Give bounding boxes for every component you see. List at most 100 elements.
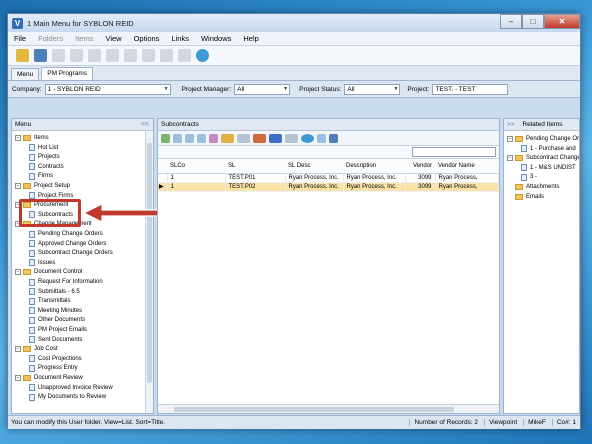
tree-item[interactable]: Meeting Minutes bbox=[29, 307, 82, 315]
menu-folders[interactable]: Folders bbox=[38, 34, 63, 43]
col-header-vendor[interactable]: Vendor bbox=[405, 159, 435, 174]
grid-horizontal-scrollbar[interactable] bbox=[158, 404, 499, 413]
cell-description: Ryan Process, Inc. bbox=[343, 173, 406, 183]
tree-item[interactable]: 1 - Purchase and bbox=[521, 145, 576, 153]
grid-search-bar bbox=[158, 146, 499, 159]
project-status-select[interactable]: All ▼ bbox=[344, 83, 401, 95]
menu-options[interactable]: Options bbox=[134, 34, 160, 43]
tree-folder[interactable]: − Project Setup bbox=[15, 182, 70, 190]
tree-folder[interactable]: − Items bbox=[15, 134, 49, 142]
tree-item[interactable]: Issues bbox=[29, 259, 55, 267]
expand-collapse-icon[interactable]: − bbox=[15, 346, 21, 353]
tree-folder[interactable]: Attachments bbox=[507, 183, 559, 191]
tree-folder[interactable]: − Document Control bbox=[15, 268, 82, 276]
tree-item[interactable]: Contracts bbox=[29, 163, 64, 171]
tree-item[interactable]: Approved Change Orders bbox=[29, 240, 106, 248]
collapse-icon[interactable]: << bbox=[141, 119, 149, 130]
tree-item[interactable]: Pending Change Orders bbox=[29, 230, 103, 238]
expand-collapse-icon[interactable]: − bbox=[15, 375, 21, 381]
tree-item[interactable]: Transmittals bbox=[29, 297, 70, 305]
add-folder-icon[interactable] bbox=[34, 49, 47, 62]
grid-search-input[interactable] bbox=[412, 147, 496, 157]
refresh-icon[interactable] bbox=[196, 49, 209, 62]
tree-item[interactable]: Projects bbox=[29, 153, 60, 161]
expand-collapse-icon[interactable]: − bbox=[507, 136, 513, 142]
folder-icon[interactable] bbox=[70, 49, 83, 62]
tree-folder[interactable]: − Job Cost bbox=[15, 345, 58, 353]
col-header-description[interactable]: Description bbox=[343, 159, 405, 174]
scrollbar-thumb[interactable] bbox=[174, 407, 454, 412]
tree-item[interactable]: 3 - bbox=[521, 173, 537, 181]
tree-item[interactable]: Request For Information bbox=[29, 278, 103, 286]
cell-vendor-name: Ryan Process, bbox=[435, 173, 499, 183]
link-icon[interactable] bbox=[52, 49, 65, 62]
columns-icon[interactable] bbox=[329, 133, 338, 143]
tree-item[interactable]: 1 - M&S UNDIST bbox=[521, 164, 576, 172]
view-icon[interactable] bbox=[160, 49, 173, 62]
edit-icon[interactable] bbox=[185, 133, 194, 143]
expand-collapse-icon[interactable]: − bbox=[15, 183, 21, 189]
maximize-button[interactable]: □ bbox=[522, 14, 544, 29]
tree-item[interactable]: Progress Entry bbox=[29, 364, 78, 372]
open-icon[interactable] bbox=[173, 133, 182, 143]
new-icon[interactable] bbox=[161, 133, 170, 143]
expand-collapse-icon[interactable]: − bbox=[15, 269, 21, 276]
col-header-vendor-name[interactable]: Vendor Name bbox=[435, 159, 499, 174]
project-input[interactable]: TEST. - TEST bbox=[432, 83, 509, 95]
tree-folder[interactable]: − Pending Change Or bbox=[507, 135, 579, 143]
scrollbar-thumb[interactable] bbox=[147, 143, 152, 383]
delete-icon[interactable] bbox=[142, 49, 155, 62]
menu-view[interactable]: View bbox=[105, 34, 121, 43]
menu-file[interactable]: File bbox=[14, 34, 26, 43]
minimize-button[interactable]: – bbox=[500, 14, 522, 29]
row-marker bbox=[158, 173, 168, 183]
tree-item[interactable]: Sent Documents bbox=[29, 336, 82, 344]
tools-icon[interactable] bbox=[253, 133, 266, 143]
menu-scrollbar[interactable] bbox=[145, 131, 153, 413]
sort-icon[interactable] bbox=[178, 49, 191, 62]
tree-item[interactable]: Subcontract Change Orders bbox=[29, 249, 113, 257]
report-icon[interactable] bbox=[221, 133, 234, 143]
paste-icon[interactable] bbox=[124, 49, 137, 62]
tree-item[interactable]: My Documents to Review bbox=[29, 393, 106, 401]
tree-folder[interactable]: − Subcontract Change bbox=[507, 154, 579, 162]
title-bar[interactable]: V 1 Main Menu for SYBLON REID – □ ✕ bbox=[8, 14, 580, 32]
tab-pm-programs[interactable]: PM Programs bbox=[41, 67, 93, 80]
menu-items[interactable]: Items bbox=[75, 34, 93, 43]
expand-collapse-icon[interactable]: − bbox=[507, 155, 513, 162]
tree-item[interactable]: Unapproved Invoice Review bbox=[29, 384, 113, 392]
table-row-selected[interactable]: ▶ 1 TEST.P02 Ryan Process, Inc. Ryan Pro… bbox=[158, 182, 499, 192]
company-select[interactable]: 1 - SYBLON REID ▼ bbox=[44, 83, 171, 95]
expand-collapse-icon[interactable]: − bbox=[15, 135, 21, 141]
refresh-icon[interactable] bbox=[301, 133, 314, 143]
flag-icon[interactable] bbox=[269, 133, 282, 143]
lock-icon[interactable] bbox=[16, 49, 29, 62]
col-header-sl[interactable]: SL bbox=[225, 159, 285, 174]
search-icon[interactable] bbox=[237, 133, 250, 143]
project-manager-select[interactable]: All ▼ bbox=[234, 83, 291, 95]
tree-item[interactable]: Firms bbox=[29, 172, 53, 180]
col-header-sl-desc[interactable]: SL Desc bbox=[285, 159, 343, 174]
cut-icon[interactable] bbox=[106, 49, 119, 62]
tree-item[interactable]: PM Project Emails bbox=[29, 326, 87, 334]
tree-folder[interactable]: − Document Review bbox=[15, 374, 83, 382]
attach-icon[interactable] bbox=[209, 133, 218, 143]
close-button[interactable]: ✕ bbox=[544, 14, 580, 29]
tree-item[interactable]: Hot List bbox=[29, 144, 58, 152]
tree-item[interactable]: Cost Projections bbox=[29, 355, 82, 363]
menu-links[interactable]: Links bbox=[171, 34, 189, 43]
menu-windows[interactable]: Windows bbox=[201, 34, 231, 43]
link-icon[interactable] bbox=[197, 133, 206, 143]
filter-icon[interactable] bbox=[285, 133, 298, 143]
tree-item[interactable]: Submittals - 6.5 bbox=[29, 288, 80, 296]
tree-folder[interactable]: Emails bbox=[507, 193, 544, 201]
tree-item[interactable]: Other Documents bbox=[29, 316, 85, 324]
tab-menu[interactable]: Menu bbox=[11, 68, 40, 80]
export-icon[interactable] bbox=[317, 133, 326, 143]
table-row[interactable]: 1 TEST.P01 Ryan Process, Inc. Ryan Proce… bbox=[158, 173, 499, 183]
col-header-slco[interactable]: SLCo bbox=[167, 159, 225, 174]
document-icon bbox=[29, 364, 35, 372]
menu-help[interactable]: Help bbox=[243, 34, 258, 43]
copy-icon[interactable] bbox=[88, 49, 101, 62]
expand-icon[interactable]: >> bbox=[507, 121, 515, 128]
